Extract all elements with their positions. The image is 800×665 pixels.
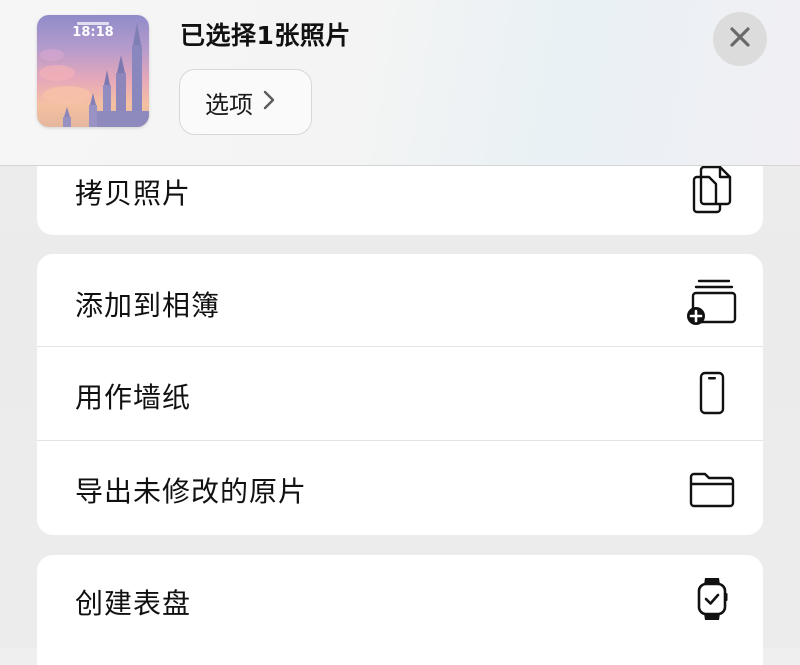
action-use-as-wallpaper-label: 用作墙纸 bbox=[75, 381, 192, 414]
sheet-title: 已选择1张照片 bbox=[180, 21, 351, 50]
copy-icon bbox=[687, 164, 737, 214]
castle-image bbox=[39, 23, 149, 127]
share-sheet-header: 18:18 已选择1张照片 选项 bbox=[0, 0, 800, 166]
folder-icon bbox=[687, 464, 737, 514]
add-to-album-icon bbox=[687, 276, 737, 326]
action-export-unmodified-label: 导出未修改的原片 bbox=[75, 475, 308, 508]
action-use-as-wallpaper[interactable]: 用作墙纸 bbox=[37, 348, 763, 441]
options-label: 选项 bbox=[205, 90, 253, 119]
options-button[interactable]: 选项 bbox=[179, 69, 312, 135]
action-group-watch: 创建表盘 bbox=[37, 555, 763, 665]
close-button[interactable] bbox=[713, 12, 767, 66]
action-add-to-album-label: 添加到相簿 bbox=[75, 289, 221, 322]
chevron-right-icon bbox=[263, 90, 275, 114]
watch-icon bbox=[687, 574, 737, 624]
action-group-main: 添加到相簿 用作墙纸 导出未修改的原片 bbox=[37, 254, 763, 535]
action-create-watch-face-label: 创建表盘 bbox=[75, 587, 192, 620]
row-divider bbox=[37, 346, 763, 347]
action-copy-photo-label: 拷贝照片 bbox=[75, 177, 192, 210]
action-export-unmodified-original[interactable]: 导出未修改的原片 bbox=[37, 442, 763, 535]
iphone-icon bbox=[687, 368, 737, 418]
row-divider bbox=[37, 440, 763, 441]
photo-thumbnail[interactable]: 18:18 bbox=[37, 15, 149, 127]
action-create-watch-face[interactable]: 创建表盘 bbox=[37, 555, 763, 648]
close-icon bbox=[729, 26, 751, 52]
action-add-to-album[interactable]: 添加到相簿 bbox=[37, 254, 763, 347]
